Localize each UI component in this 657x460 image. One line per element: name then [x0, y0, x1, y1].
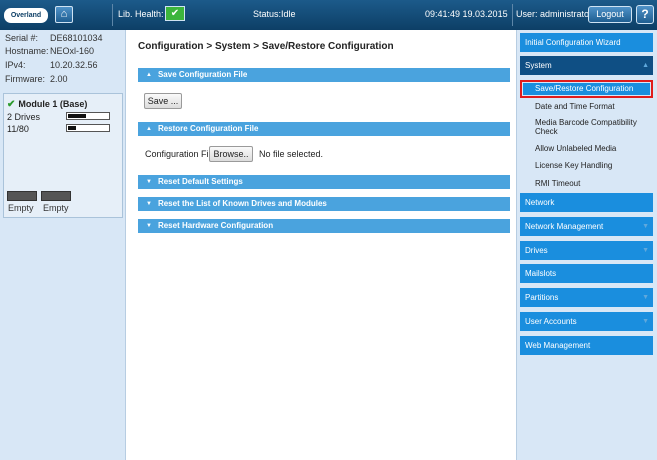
serial-value: DE68101034	[50, 33, 103, 43]
nav-label: System	[525, 61, 552, 70]
nav-web-management[interactable]: Web Management	[520, 336, 653, 355]
section-title: Reset Default Settings	[157, 177, 243, 186]
chevron-down-icon: ▼	[642, 247, 649, 254]
divider	[112, 4, 113, 26]
no-file-text: No file selected.	[259, 149, 324, 159]
help-button[interactable]: ?	[636, 5, 654, 24]
nav-partitions[interactable]: Partitions ▼	[520, 288, 653, 307]
serial-label: Serial #:	[5, 33, 39, 43]
chevron-down-icon: ▼	[642, 318, 649, 325]
hostname-value: NEOxl-160	[50, 46, 95, 56]
section-title: Save Configuration File	[157, 70, 248, 79]
nav-label: Network	[525, 198, 555, 207]
slot-1-label: Empty	[8, 203, 34, 213]
browse-button[interactable]: Browse..	[209, 146, 253, 162]
config-file-label: Configuration File	[145, 149, 216, 159]
section-title: Reset the List of Known Drives and Modul…	[157, 199, 327, 208]
lib-health-label: Lib. Health:	[118, 9, 164, 19]
nav-initial-config-wizard[interactable]: Initial Configuration Wizard	[520, 33, 653, 52]
status-label: Status:	[253, 9, 282, 19]
nav-label: Save/Restore Configuration	[523, 83, 650, 95]
nav-label: User Accounts	[525, 317, 577, 326]
nav-label: Network Management	[525, 222, 604, 231]
section-title: Reset Hardware Configuration	[157, 221, 274, 230]
home-icon: ⌂	[60, 8, 68, 20]
firmware-label: Firmware:	[5, 74, 45, 84]
logout-button[interactable]: Logout	[588, 6, 632, 23]
nav-system[interactable]: System ▲	[520, 56, 653, 75]
status-value: Idle	[281, 9, 296, 19]
check-icon: ✔	[7, 99, 16, 110]
expand-icon: ▼	[146, 201, 152, 207]
chevron-down-icon: ▼	[642, 223, 649, 230]
home-button[interactable]: ⌂	[55, 6, 73, 23]
nav-network[interactable]: Network	[520, 193, 653, 212]
firmware-value: 2.00	[50, 74, 68, 84]
section-restore-config[interactable]: ▲ Restore Configuration File	[138, 122, 510, 136]
collapse-icon: ▲	[146, 126, 152, 132]
slots-label: 11/80	[7, 124, 29, 134]
serial-row: Serial #: DE68101034	[5, 33, 103, 43]
health-ok-icon[interactable]: ✔	[165, 6, 185, 21]
user-label: User: administrator	[516, 9, 593, 19]
save-button[interactable]: Save ...	[144, 93, 182, 109]
drives-label: 2 Drives	[7, 112, 41, 122]
drives-usage-bar	[66, 112, 110, 120]
page-title: Configuration > System > Save/Restore Co…	[138, 41, 394, 52]
slots-usage-bar	[66, 124, 110, 132]
ipv4-label: IPv4:	[5, 60, 26, 70]
nav-rmi-timeout[interactable]: RMI Timeout	[535, 179, 651, 188]
chevron-down-icon: ▼	[642, 294, 649, 301]
module-panel[interactable]: ✔ Module 1 (Base) 2 Drives 11/80 Empty Em…	[3, 93, 123, 218]
section-reset-defaults[interactable]: ▼ Reset Default Settings	[138, 175, 510, 189]
drives-usage-fill	[68, 114, 86, 118]
expand-icon: ▼	[146, 223, 152, 229]
expand-icon: ▼	[146, 179, 152, 185]
nav-label: Drives	[525, 246, 548, 255]
nav-allow-unlabeled-media[interactable]: Allow Unlabeled Media	[535, 144, 651, 153]
nav-media-barcode-check[interactable]: Media Barcode Compatibility Check	[535, 118, 651, 136]
firmware-row: Firmware: 2.00	[5, 74, 68, 84]
nav-user-accounts[interactable]: User Accounts ▼	[520, 312, 653, 331]
ipv4-value: 10.20.32.56	[50, 60, 98, 70]
nav-label: Initial Configuration Wizard	[525, 38, 621, 47]
left-sidebar: Serial #: DE68101034 Hostname: NEOxl-160…	[0, 30, 126, 460]
slot-2-icon[interactable]	[41, 191, 71, 201]
overland-logo: Overland Storage	[4, 8, 48, 34]
section-title: Restore Configuration File	[157, 124, 259, 133]
module-title-text: Module 1 (Base)	[18, 99, 88, 109]
nav-license-key-handling[interactable]: License Key Handling	[535, 161, 651, 170]
divider	[512, 4, 513, 26]
slot-2-label: Empty	[43, 203, 69, 213]
nav-date-time-format[interactable]: Date and Time Format	[535, 102, 651, 111]
section-save-config[interactable]: ▲ Save Configuration File	[138, 68, 510, 82]
slots-usage-fill	[68, 126, 76, 130]
nav-save-restore-config[interactable]: Save/Restore Configuration	[520, 80, 653, 98]
ipv4-row: IPv4: 10.20.32.56	[5, 60, 98, 70]
date-time: 09:41:49 19.03.2015	[425, 9, 508, 19]
collapse-icon: ▲	[146, 72, 152, 78]
nav-network-management[interactable]: Network Management ▼	[520, 217, 653, 236]
nav-drives[interactable]: Drives ▼	[520, 241, 653, 260]
main-content: Configuration > System > Save/Restore Co…	[130, 30, 514, 460]
top-bar: Overland Storage ⌂ Lib. Health: ✔ Status…	[0, 0, 657, 34]
chevron-up-icon: ▲	[642, 62, 649, 69]
nav-label: Web Management	[525, 341, 591, 350]
hostname-label: Hostname:	[5, 46, 49, 56]
hostname-row: Hostname: NEOxl-160	[5, 46, 94, 56]
right-nav: Initial Configuration Wizard System ▲ Sav…	[516, 30, 657, 460]
module-title: ✔ Module 1 (Base)	[7, 99, 87, 110]
nav-mailslots[interactable]: Mailslots	[520, 264, 653, 283]
section-reset-hardware[interactable]: ▼ Reset Hardware Configuration	[138, 219, 510, 233]
section-reset-drives[interactable]: ▼ Reset the List of Known Drives and Modu…	[138, 197, 510, 211]
slot-1-icon[interactable]	[7, 191, 37, 201]
nav-label: Mailslots	[525, 269, 557, 278]
nav-label: Partitions	[525, 293, 559, 302]
